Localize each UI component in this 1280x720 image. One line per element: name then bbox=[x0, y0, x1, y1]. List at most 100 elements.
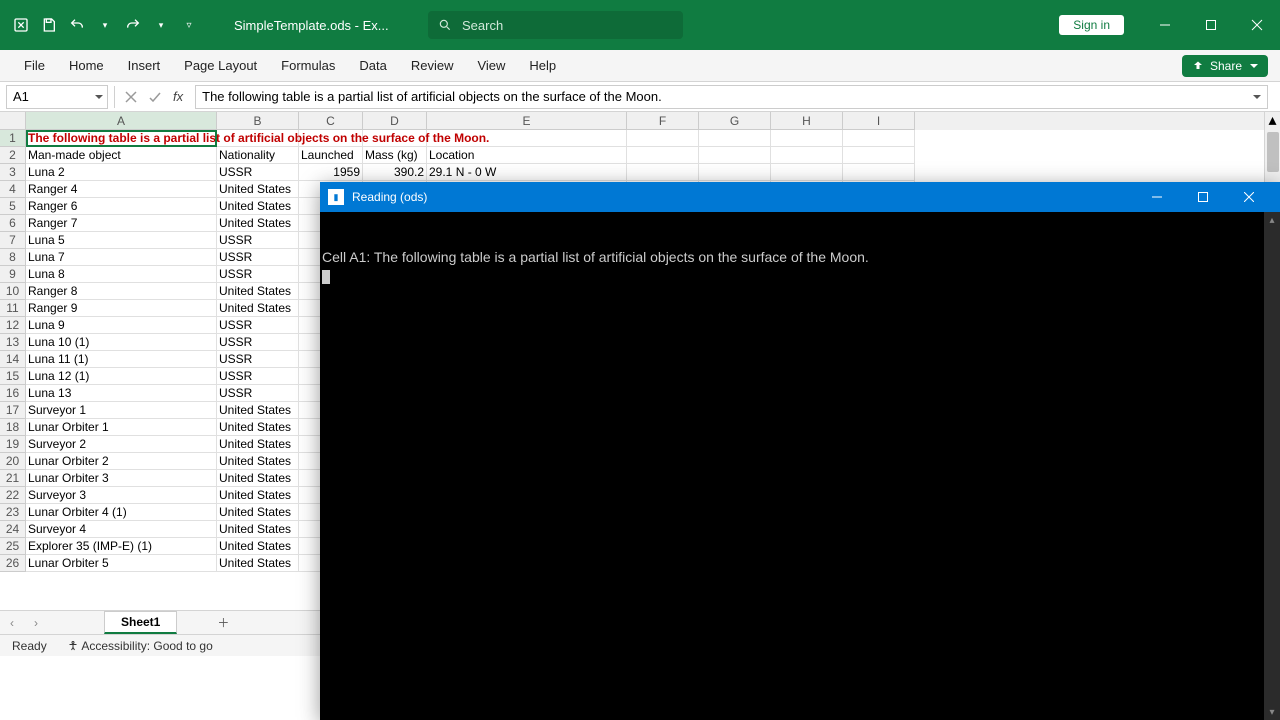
terminal-close-button[interactable] bbox=[1226, 182, 1272, 212]
tab-view[interactable]: View bbox=[465, 52, 517, 79]
tab-help[interactable]: Help bbox=[517, 52, 568, 79]
row-header[interactable]: 9 bbox=[0, 266, 26, 283]
signin-button[interactable]: Sign in bbox=[1059, 15, 1124, 35]
cell[interactable]: USSR bbox=[217, 232, 299, 249]
cell[interactable]: United States bbox=[217, 419, 299, 436]
row-header[interactable]: 25 bbox=[0, 538, 26, 555]
cell[interactable]: Ranger 4 bbox=[26, 181, 217, 198]
minimize-button[interactable] bbox=[1142, 0, 1188, 50]
terminal-body[interactable]: Cell A1: The following table is a partia… bbox=[320, 212, 1280, 720]
row-header[interactable]: 11 bbox=[0, 300, 26, 317]
cell[interactable]: 29.1 N - 0 W bbox=[427, 164, 627, 181]
cell[interactable]: United States bbox=[217, 181, 299, 198]
row-header[interactable]: 5 bbox=[0, 198, 26, 215]
cell[interactable]: United States bbox=[217, 453, 299, 470]
cell[interactable]: USSR bbox=[217, 317, 299, 334]
row-header[interactable]: 14 bbox=[0, 351, 26, 368]
cell[interactable]: United States bbox=[217, 555, 299, 572]
row-header[interactable]: 18 bbox=[0, 419, 26, 436]
cell[interactable]: United States bbox=[217, 436, 299, 453]
add-sheet-button[interactable]: ＋ bbox=[217, 614, 229, 631]
undo-icon[interactable] bbox=[64, 12, 90, 38]
tab-file[interactable]: File bbox=[12, 52, 57, 79]
tab-data[interactable]: Data bbox=[347, 52, 398, 79]
scroll-up-icon[interactable]: ▴ bbox=[1264, 212, 1280, 228]
maximize-button[interactable] bbox=[1188, 0, 1234, 50]
search-box[interactable]: Search bbox=[428, 11, 683, 39]
enter-icon[interactable] bbox=[149, 91, 161, 103]
terminal-maximize-button[interactable] bbox=[1180, 182, 1226, 212]
row-header[interactable]: 24 bbox=[0, 521, 26, 538]
tab-insert[interactable]: Insert bbox=[116, 52, 173, 79]
row-header[interactable]: 2 bbox=[0, 147, 26, 164]
row-header[interactable]: 20 bbox=[0, 453, 26, 470]
cell[interactable]: Ranger 6 bbox=[26, 198, 217, 215]
cell[interactable]: Luna 13 bbox=[26, 385, 217, 402]
col-header-b[interactable]: B bbox=[217, 112, 299, 130]
row-header[interactable]: 22 bbox=[0, 487, 26, 504]
cell[interactable]: USSR bbox=[217, 334, 299, 351]
tab-formulas[interactable]: Formulas bbox=[269, 52, 347, 79]
cell[interactable]: Luna 5 bbox=[26, 232, 217, 249]
row-header[interactable]: 13 bbox=[0, 334, 26, 351]
terminal-scrollbar[interactable]: ▴ ▾ bbox=[1264, 212, 1280, 720]
col-header-g[interactable]: G bbox=[699, 112, 771, 130]
close-button[interactable] bbox=[1234, 0, 1280, 50]
cell-a1[interactable]: The following table is a partial list of… bbox=[26, 130, 217, 147]
tab-review[interactable]: Review bbox=[399, 52, 466, 79]
cell[interactable]: Ranger 7 bbox=[26, 215, 217, 232]
sheet-nav-prev[interactable]: ‹ bbox=[0, 616, 24, 630]
col-header-h[interactable]: H bbox=[771, 112, 843, 130]
row-header[interactable]: 23 bbox=[0, 504, 26, 521]
cell[interactable]: Luna 12 (1) bbox=[26, 368, 217, 385]
cell[interactable]: Lunar Orbiter 5 bbox=[26, 555, 217, 572]
cancel-icon[interactable] bbox=[125, 91, 137, 103]
cell[interactable] bbox=[627, 164, 699, 181]
cell[interactable]: USSR bbox=[217, 266, 299, 283]
cell[interactable] bbox=[699, 164, 771, 181]
redo-dropdown-icon[interactable]: ▾ bbox=[148, 12, 174, 38]
terminal-titlebar[interactable]: ▮ Reading (ods) bbox=[320, 182, 1280, 212]
name-box[interactable]: A1 bbox=[6, 85, 108, 109]
cell[interactable]: United States bbox=[217, 198, 299, 215]
row-header[interactable]: 4 bbox=[0, 181, 26, 198]
sheet-tab[interactable]: Sheet1 bbox=[104, 611, 177, 634]
cell[interactable]: 1959 bbox=[299, 164, 363, 181]
row-header[interactable]: 21 bbox=[0, 470, 26, 487]
sheet-nav-next[interactable]: › bbox=[24, 616, 48, 630]
cell[interactable]: United States bbox=[217, 504, 299, 521]
row-header[interactable]: 1 bbox=[0, 130, 26, 147]
cell[interactable]: Lunar Orbiter 4 (1) bbox=[26, 504, 217, 521]
undo-dropdown-icon[interactable]: ▾ bbox=[92, 12, 118, 38]
cell[interactable] bbox=[771, 164, 843, 181]
cell[interactable]: Lunar Orbiter 3 bbox=[26, 470, 217, 487]
cell[interactable]: Luna 10 (1) bbox=[26, 334, 217, 351]
row-header[interactable]: 15 bbox=[0, 368, 26, 385]
tab-home[interactable]: Home bbox=[57, 52, 116, 79]
col-header-f[interactable]: F bbox=[627, 112, 699, 130]
cell[interactable]: United States bbox=[217, 402, 299, 419]
cell[interactable]: United States bbox=[217, 470, 299, 487]
cell[interactable]: USSR bbox=[217, 385, 299, 402]
row-header[interactable]: 7 bbox=[0, 232, 26, 249]
cell[interactable]: Luna 2 bbox=[26, 164, 217, 181]
cell[interactable]: United States bbox=[217, 521, 299, 538]
row-header[interactable]: 3 bbox=[0, 164, 26, 181]
terminal-minimize-button[interactable] bbox=[1134, 182, 1180, 212]
col-header-e[interactable]: E bbox=[427, 112, 627, 130]
cell[interactable]: USSR bbox=[217, 249, 299, 266]
save-icon[interactable] bbox=[36, 12, 62, 38]
tab-page-layout[interactable]: Page Layout bbox=[172, 52, 269, 79]
cell[interactable]: Surveyor 2 bbox=[26, 436, 217, 453]
cell[interactable]: USSR bbox=[217, 164, 299, 181]
row-header[interactable]: 16 bbox=[0, 385, 26, 402]
row-header[interactable]: 17 bbox=[0, 402, 26, 419]
col-header-c[interactable]: C bbox=[299, 112, 363, 130]
cell[interactable]: Luna 11 (1) bbox=[26, 351, 217, 368]
cell[interactable]: USSR bbox=[217, 351, 299, 368]
row-header[interactable]: 26 bbox=[0, 555, 26, 572]
cell[interactable]: Surveyor 4 bbox=[26, 521, 217, 538]
scroll-up-icon[interactable]: ▴ bbox=[1265, 112, 1280, 128]
cell[interactable]: Ranger 8 bbox=[26, 283, 217, 300]
formula-bar[interactable]: The following table is a partial list of… bbox=[195, 85, 1268, 109]
